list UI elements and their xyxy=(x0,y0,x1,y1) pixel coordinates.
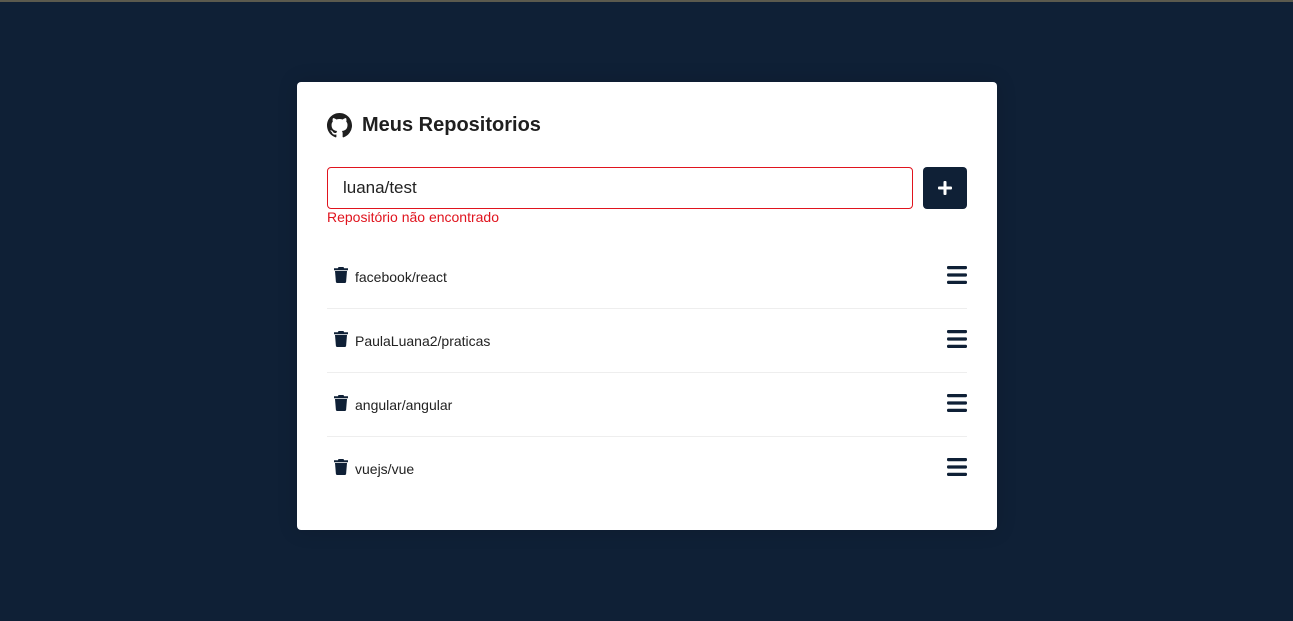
bars-icon xyxy=(947,394,967,412)
repository-name: vuejs/vue xyxy=(355,461,415,477)
delete-button[interactable] xyxy=(334,395,348,411)
plus-icon xyxy=(938,181,952,195)
repository-details-button[interactable] xyxy=(947,458,967,476)
repository-details-button[interactable] xyxy=(947,394,967,412)
bars-icon xyxy=(947,458,967,476)
list-item: PaulaLuana2/praticas xyxy=(327,309,967,373)
list-item: angular/angular xyxy=(327,373,967,437)
repository-list: facebook/react PaulaLuana2/praticas angu… xyxy=(327,245,967,501)
repository-name: angular/angular xyxy=(355,397,453,413)
delete-button[interactable] xyxy=(334,331,348,347)
top-border xyxy=(0,0,1293,2)
delete-button[interactable] xyxy=(334,267,348,283)
list-item: facebook/react xyxy=(327,245,967,309)
add-repository-button[interactable] xyxy=(923,167,967,209)
repository-input[interactable] xyxy=(327,167,913,209)
trash-icon xyxy=(334,395,348,411)
trash-icon xyxy=(334,459,348,475)
add-repository-form xyxy=(327,167,967,209)
delete-button[interactable] xyxy=(334,459,348,475)
trash-icon xyxy=(334,331,348,347)
github-icon xyxy=(327,112,352,138)
page-header: Meus Repositorios xyxy=(327,112,541,138)
trash-icon xyxy=(334,267,348,283)
bars-icon xyxy=(947,266,967,284)
page-title: Meus Repositorios xyxy=(362,113,541,136)
list-item: vuejs/vue xyxy=(327,437,967,501)
repository-details-button[interactable] xyxy=(947,330,967,348)
bars-icon xyxy=(947,330,967,348)
error-message: Repositório não encontrado xyxy=(327,209,500,225)
repository-name: facebook/react xyxy=(355,269,447,285)
repositories-card: Meus Repositorios Repositório não encont… xyxy=(297,82,997,530)
repository-details-button[interactable] xyxy=(947,266,967,284)
repository-name: PaulaLuana2/praticas xyxy=(355,333,491,349)
